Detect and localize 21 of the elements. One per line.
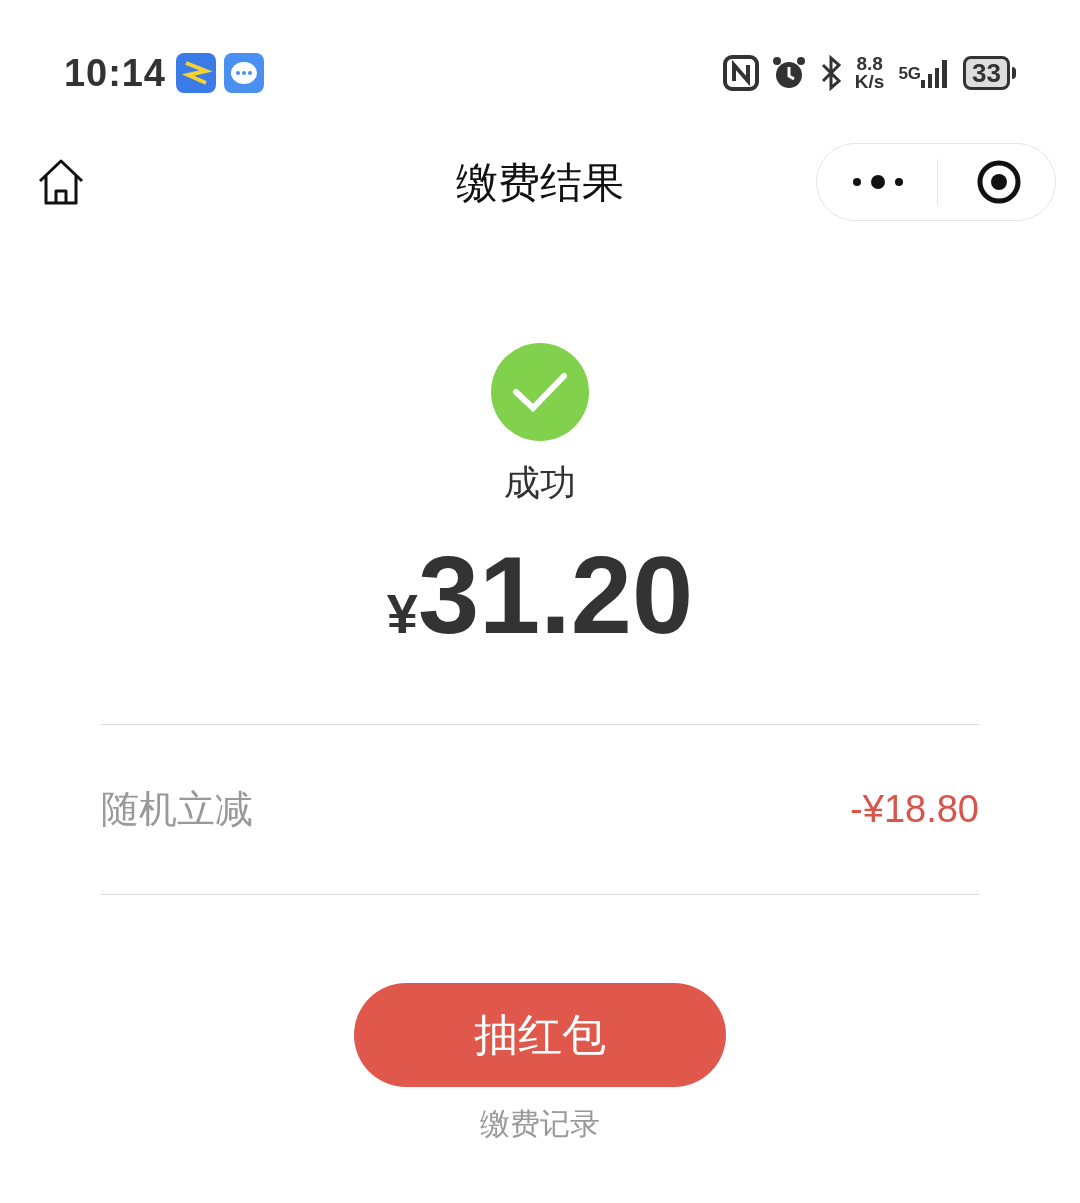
nfc-icon xyxy=(722,55,759,91)
close-icon[interactable] xyxy=(976,159,1022,205)
battery-indicator: 33 xyxy=(963,56,1016,90)
alarm-icon xyxy=(770,55,807,91)
network-speed: 8.8 xyxy=(856,55,883,73)
discount-label: 随机立减 xyxy=(101,787,253,832)
message-icon xyxy=(223,53,264,93)
status-time: 10:14 xyxy=(64,50,166,96)
network-speed-unit: K/s xyxy=(854,73,885,91)
amount: 31.20 xyxy=(417,540,694,650)
discount-value: -¥18.80 xyxy=(850,787,979,832)
network-type: 5G xyxy=(898,64,922,82)
success-icon xyxy=(490,342,590,442)
currency-symbol: ¥ xyxy=(386,582,418,647)
page-title: 缴费结果 xyxy=(456,157,624,208)
more-icon[interactable] xyxy=(851,174,905,190)
lucky-draw-button[interactable]: 抽红包 xyxy=(354,983,726,1087)
app-icon xyxy=(175,53,216,93)
payment-history-link[interactable]: 缴费记录 xyxy=(480,1101,600,1146)
home-icon[interactable] xyxy=(36,157,86,207)
status-label: 成功 xyxy=(504,461,576,505)
